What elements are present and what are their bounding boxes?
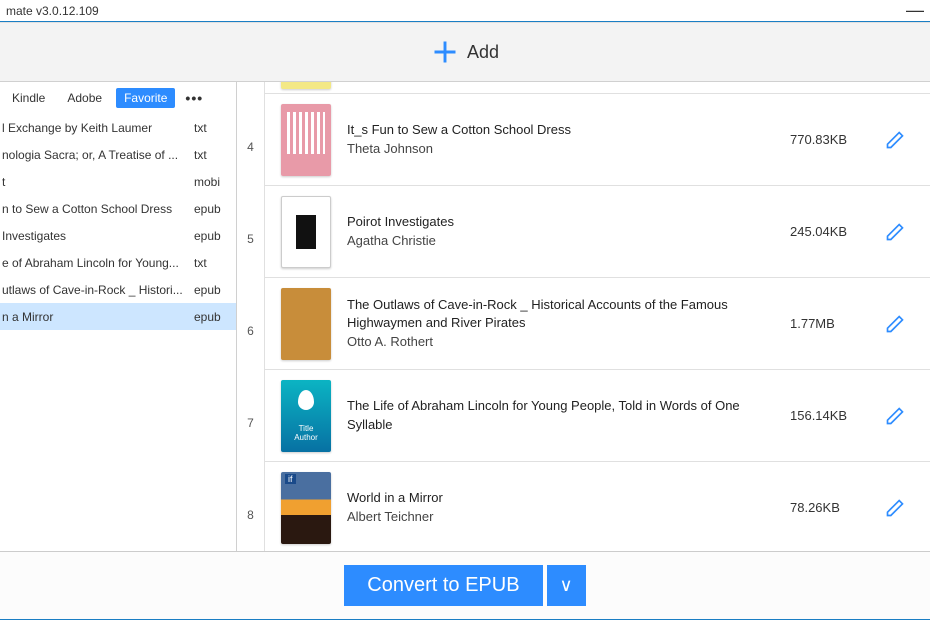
minimize-button[interactable]: — (906, 0, 924, 21)
sidebar-item-title: nologia Sacra; or, A Treatise of ... (0, 148, 194, 162)
book-cover (281, 288, 331, 360)
sidebar-item-title: n a Mirror (0, 310, 194, 324)
sidebar-item[interactable]: n to Sew a Cotton School Dressepub (0, 195, 236, 222)
sidebar-item-format: mobi (194, 175, 230, 189)
sidebar-item-title: utlaws of Cave-in-Rock _ Histori... (0, 283, 194, 297)
row-number-column: 4 5 6 7 8 (237, 82, 265, 551)
tab-kindle[interactable]: Kindle (4, 88, 53, 108)
tab-more-icon[interactable]: ••• (185, 90, 203, 106)
book-size: 156.14KB (790, 408, 880, 423)
book-title: World in a Mirror (347, 489, 774, 507)
sidebar-item[interactable]: e of Abraham Lincoln for Young...txt (0, 249, 236, 276)
tab-favorite[interactable]: Favorite (116, 88, 175, 108)
sidebar-item[interactable]: Investigatesepub (0, 222, 236, 249)
row-number: 6 (237, 324, 264, 338)
sidebar-item-format: epub (194, 229, 230, 243)
add-button[interactable]: Add (431, 38, 499, 66)
sidebar-item-format: epub (194, 202, 230, 216)
sidebar-item-title: Investigates (0, 229, 194, 243)
sidebar-item[interactable]: tmobi (0, 168, 236, 195)
book-size: 78.26KB (790, 500, 880, 515)
content-pane: 4 5 6 7 8 It_s Fun to Sew a Cotton School Dr… (237, 82, 930, 551)
row-number: 8 (237, 508, 264, 522)
sidebar-item[interactable]: l Exchange by Keith Laumertxt (0, 114, 236, 141)
tab-adobe[interactable]: Adobe (59, 88, 110, 108)
book-author: Agatha Christie (347, 232, 774, 250)
edit-button[interactable] (880, 498, 910, 518)
add-label: Add (467, 42, 499, 63)
edit-button[interactable] (880, 314, 910, 334)
edit-button[interactable] (880, 130, 910, 150)
sidebar-item-title: n to Sew a Cotton School Dress (0, 202, 194, 216)
book-title: The Life of Abraham Lincoln for Young Pe… (347, 397, 774, 433)
titlebar: mate v3.0.12.109 — (0, 0, 930, 22)
book-row[interactable]: Poirot InvestigatesAgatha Christie245.04… (265, 186, 930, 278)
sidebar-item[interactable]: n a Mirrorepub (0, 303, 236, 330)
sidebar: Kindle Adobe Favorite ••• l Exchange by … (0, 82, 237, 551)
plus-icon (431, 38, 459, 66)
convert-dropdown[interactable]: ∨ (547, 565, 586, 606)
book-row[interactable]: World in a MirrorAlbert Teichner78.26KB (265, 462, 930, 551)
book-size: 1.77MB (790, 316, 880, 331)
book-author: Theta Johnson (347, 140, 774, 158)
main-area: Kindle Adobe Favorite ••• l Exchange by … (0, 82, 930, 551)
sidebar-item[interactable]: utlaws of Cave-in-Rock _ Histori...epub (0, 276, 236, 303)
book-size: 770.83KB (790, 132, 880, 147)
book-cover (281, 380, 331, 452)
sidebar-item-format: txt (194, 256, 230, 270)
book-row[interactable]: The Outlaws of Cave-in-Rock _ Historical… (265, 278, 930, 370)
book-title: It_s Fun to Sew a Cotton School Dress (347, 121, 774, 139)
book-meta: The Outlaws of Cave-in-Rock _ Historical… (331, 296, 790, 351)
book-cover (281, 82, 331, 89)
book-row[interactable]: It_s Fun to Sew a Cotton School DressThe… (265, 94, 930, 186)
book-title: Poirot Investigates (347, 213, 774, 231)
book-author: Otto A. Rothert (347, 333, 774, 351)
row-number: 4 (237, 140, 264, 154)
sidebar-item-format: txt (194, 121, 230, 135)
book-author: Albert Teichner (347, 508, 774, 526)
window-title: mate v3.0.12.109 (6, 4, 99, 18)
book-meta: It_s Fun to Sew a Cotton School DressThe… (331, 121, 790, 157)
toolbar: Add (0, 22, 930, 82)
bottom-bar: Convert to EPUB ∨ (0, 551, 930, 619)
book-meta: World in a MirrorAlbert Teichner (331, 489, 790, 525)
convert-button[interactable]: Convert to EPUB (344, 565, 542, 606)
book-row-peek (265, 82, 930, 94)
book-row[interactable]: The Life of Abraham Lincoln for Young Pe… (265, 370, 930, 462)
book-cover (281, 104, 331, 176)
book-cover (281, 196, 331, 268)
sidebar-item[interactable]: nologia Sacra; or, A Treatise of ...txt (0, 141, 236, 168)
book-list: It_s Fun to Sew a Cotton School DressThe… (265, 82, 930, 551)
sidebar-tabs: Kindle Adobe Favorite ••• (0, 82, 236, 114)
edit-button[interactable] (880, 222, 910, 242)
row-number: 7 (237, 416, 264, 430)
sidebar-item-title: e of Abraham Lincoln for Young... (0, 256, 194, 270)
book-meta: Poirot InvestigatesAgatha Christie (331, 213, 790, 249)
book-title: The Outlaws of Cave-in-Rock _ Historical… (347, 296, 774, 332)
sidebar-item-format: epub (194, 310, 230, 324)
book-size: 245.04KB (790, 224, 880, 239)
sidebar-item-format: txt (194, 148, 230, 162)
sidebar-item-title: t (0, 175, 194, 189)
book-meta: The Life of Abraham Lincoln for Young Pe… (331, 397, 790, 433)
row-number: 5 (237, 232, 264, 246)
sidebar-item-format: epub (194, 283, 230, 297)
sidebar-item-title: l Exchange by Keith Laumer (0, 121, 194, 135)
convert-group: Convert to EPUB ∨ (344, 565, 585, 606)
sidebar-list: l Exchange by Keith Laumertxtnologia Sac… (0, 114, 236, 551)
edit-button[interactable] (880, 406, 910, 426)
book-cover (281, 472, 331, 544)
